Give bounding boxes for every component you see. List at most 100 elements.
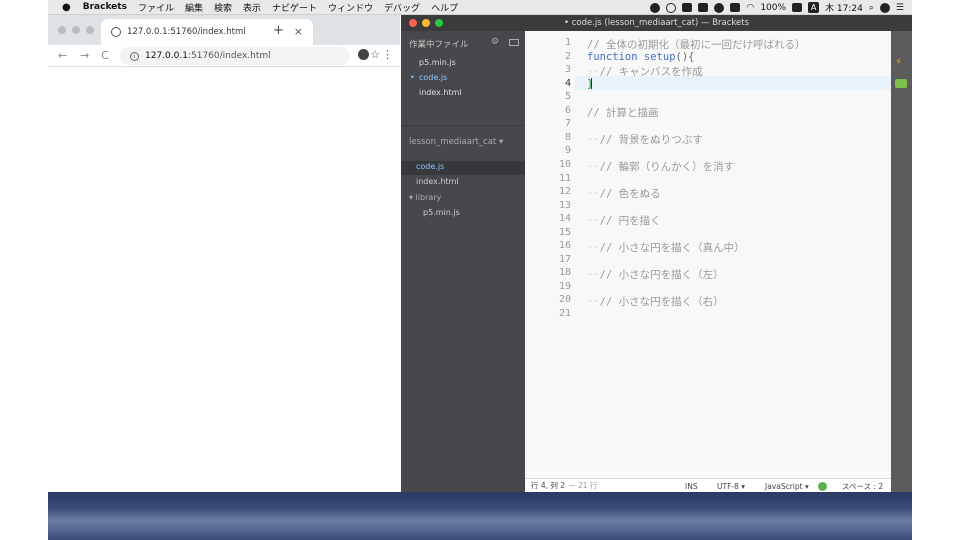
notification-icon[interactable] <box>714 2 725 13</box>
working-file-p5[interactable]: p5.min.js <box>419 58 456 67</box>
sidebar-divider <box>401 125 525 126</box>
record-icon[interactable] <box>650 2 661 13</box>
line-number[interactable]: 15 <box>525 227 571 238</box>
status-bar: 行 4, 列 2 — 21 行 INS UTF-8 ▾ JavaScript ▾… <box>525 478 891 492</box>
dropbox-icon[interactable] <box>682 3 693 12</box>
menu-debug[interactable]: デバッグ <box>384 1 420 14</box>
menu-navigate[interactable]: ナビゲート <box>272 1 317 14</box>
project-file-p5[interactable]: p5.min.js <box>423 208 460 217</box>
line-count: — 21 行 <box>568 481 598 490</box>
line-number[interactable]: 14 <box>525 213 571 224</box>
menu-help[interactable]: ヘルプ <box>431 1 458 14</box>
code-line[interactable]: ··// 円を描く <box>587 213 661 228</box>
line-number[interactable]: 3 <box>525 64 571 75</box>
zoom-window-icon[interactable] <box>86 26 94 34</box>
language-dropdown[interactable]: JavaScript ▾ <box>765 480 809 492</box>
split-view-icon[interactable] <box>509 39 519 46</box>
line-number[interactable]: 7 <box>525 118 571 129</box>
cursor-position[interactable]: 行 4, 列 2 <box>531 480 565 491</box>
line-number[interactable]: 6 <box>525 105 571 116</box>
line-number[interactable]: 10 <box>525 159 571 170</box>
insert-mode-toggle[interactable]: INS <box>685 480 698 492</box>
line-number[interactable]: 2 <box>525 51 571 62</box>
encoding-dropdown[interactable]: UTF-8 ▾ <box>717 480 745 492</box>
menu-kebab-icon[interactable]: ⋮ <box>382 48 393 61</box>
back-button[interactable]: ← <box>58 49 67 62</box>
close-window-icon[interactable] <box>409 19 417 27</box>
menu-window[interactable]: ウィンドウ <box>328 1 373 14</box>
line-number[interactable]: 9 <box>525 145 571 156</box>
reload-button[interactable]: C <box>101 49 109 62</box>
minimize-window-icon[interactable] <box>422 19 430 27</box>
close-window-icon[interactable] <box>58 26 66 34</box>
site-info-icon[interactable]: i <box>130 51 139 61</box>
tab-strip: 127.0.0.1:51760/index.html × + <box>48 15 400 45</box>
line-number[interactable]: 5 <box>525 91 571 102</box>
keyboard-icon[interactable] <box>730 3 741 12</box>
menu-find[interactable]: 検索 <box>214 1 232 14</box>
gear-icon[interactable]: ⚙ <box>491 37 499 47</box>
project-file-index[interactable]: index.html <box>416 177 459 186</box>
line-number[interactable]: 21 <box>525 308 571 319</box>
browser-toolbar: ← → C i 127.0.0.1:51760/index.html ☆ ⋮ <box>48 45 400 67</box>
code-line[interactable]: // 計算と描画 <box>587 105 658 120</box>
menu-view[interactable]: 表示 <box>243 1 261 14</box>
project-file-code[interactable]: code.js <box>416 162 444 171</box>
minimize-window-icon[interactable] <box>72 26 80 34</box>
creative-cloud-icon[interactable] <box>666 2 677 13</box>
profile-avatar[interactable] <box>358 49 369 60</box>
line-number[interactable]: 16 <box>525 240 571 251</box>
page-content <box>48 67 400 492</box>
line-number[interactable]: 4 <box>525 78 571 89</box>
battery-percent[interactable]: 100% <box>760 3 786 13</box>
battery-icon[interactable] <box>792 3 803 12</box>
line-number[interactable]: 20 <box>525 294 571 305</box>
code-line[interactable]: ··// 色をぬる <box>587 186 661 201</box>
lint-ok-icon[interactable] <box>818 481 827 491</box>
working-files-header: 作業中ファイル <box>409 40 469 50</box>
working-file-code[interactable]: code.js <box>410 73 447 82</box>
code-editor[interactable]: 1 2 3 4 5 6 7 8 9 10 11 12 13 14 15 16 17 18 19 20 21 // 全体の… <box>525 31 891 478</box>
forward-button[interactable]: → <box>80 49 89 62</box>
line-number[interactable]: 13 <box>525 200 571 211</box>
line-number[interactable]: 1 <box>525 37 571 48</box>
project-folder-library[interactable]: ▾ library <box>409 193 441 202</box>
spotlight-icon[interactable]: ⌕ <box>869 3 874 13</box>
line-number[interactable]: 19 <box>525 281 571 292</box>
working-file-index[interactable]: index.html <box>419 88 462 97</box>
code-line[interactable]: ··// 背景をぬりつぶす <box>587 132 703 147</box>
code-line[interactable]: function setup(){ <box>587 51 694 63</box>
line-number[interactable]: 11 <box>525 173 571 184</box>
close-tab-icon[interactable]: × <box>294 25 303 38</box>
line-number[interactable]: 12 <box>525 186 571 197</box>
zoom-window-icon[interactable] <box>435 19 443 27</box>
bookmark-star-icon[interactable]: ☆ <box>370 48 380 61</box>
code-line[interactable]: ··// 小さな円を描く（左） <box>587 267 724 282</box>
notification-center-icon[interactable]: ☰ <box>896 3 904 13</box>
address-bar[interactable]: i 127.0.0.1:51760/index.html ☆ <box>120 47 380 65</box>
code-line[interactable]: ··// 小さな円を描く（右） <box>587 294 724 309</box>
line-number[interactable]: 18 <box>525 267 571 278</box>
line-number[interactable]: 8 <box>525 132 571 143</box>
new-tab-button[interactable]: + <box>273 23 284 38</box>
line-number[interactable]: 17 <box>525 254 571 265</box>
wifi-icon[interactable]: ◠ <box>746 3 754 13</box>
code-line[interactable]: ··// 輪郭（りんかく）を消す <box>587 159 734 174</box>
code-line[interactable]: ··// 小さな円を描く（真ん中） <box>587 240 745 255</box>
menu-file[interactable]: ファイル <box>138 1 174 14</box>
app-menu[interactable]: Brackets <box>83 2 127 12</box>
text-cursor <box>591 77 592 89</box>
clipboard-icon[interactable] <box>698 3 709 12</box>
clock[interactable]: 木 17:24 <box>825 1 863 14</box>
project-dropdown[interactable]: lesson_mediaart_cat ▾ <box>409 137 503 147</box>
code-line[interactable]: ··// キャンバスを作成 <box>587 64 703 79</box>
live-preview-icon[interactable]: ⚡ <box>895 57 908 68</box>
indent-setting[interactable]: スペース : 2 <box>842 480 883 492</box>
line-number-gutter: 1 2 3 4 5 6 7 8 9 10 11 12 13 14 15 16 17 18 19 20 21 <box>525 31 575 478</box>
sidebar: 作業中ファイル ⚙ p5.min.js code.js index.html l… <box>401 31 525 492</box>
menu-edit[interactable]: 編集 <box>185 1 203 14</box>
siri-icon[interactable] <box>879 2 890 13</box>
input-method-icon[interactable]: A <box>808 2 820 13</box>
apple-menu-icon[interactable]: ● <box>62 2 71 13</box>
extension-manager-icon[interactable] <box>895 79 907 88</box>
